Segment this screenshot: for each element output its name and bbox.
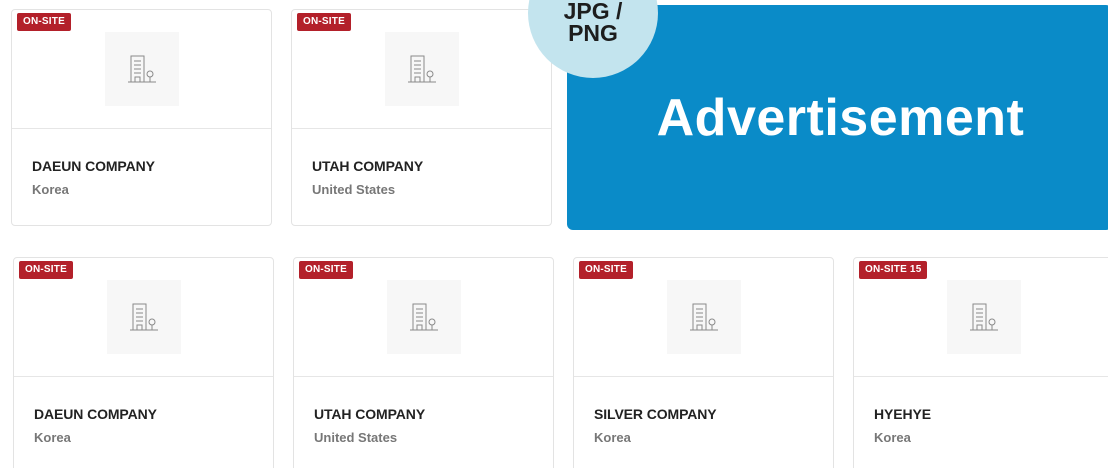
on-site-badge: ON-SITE (297, 13, 351, 31)
company-name: DAEUN COMPANY (34, 406, 157, 422)
company-card[interactable]: ON-SITE UTAH COMPANY United States (291, 9, 552, 226)
company-name: DAEUN COMPANY (32, 158, 155, 174)
company-card[interactable]: ON-SITE 15 HYEHYE Korea (853, 257, 1108, 468)
on-site-badge: ON-SITE (299, 261, 353, 279)
company-logo (666, 280, 741, 354)
company-card[interactable]: ON-SITE DAEUN COMPANY Korea (13, 257, 274, 468)
advertisement-label: Advertisement (656, 88, 1025, 147)
company-card[interactable]: ON-SITE DAEUN COMPANY Korea (11, 9, 272, 226)
card-thumbnail: ON-SITE (294, 258, 553, 377)
company-card[interactable]: ON-SITE SILVER COMPANY Korea (573, 257, 834, 468)
company-logo (104, 32, 179, 106)
company-name: UTAH COMPANY (314, 406, 426, 422)
company-logo (386, 280, 461, 354)
company-name: HYEHYE (874, 406, 931, 422)
on-site-badge: ON-SITE 15 (859, 261, 928, 279)
on-site-badge: ON-SITE (17, 13, 71, 31)
building-icon (129, 303, 158, 331)
building-icon (969, 303, 998, 331)
company-logo (384, 32, 459, 106)
card-thumbnail: ON-SITE (574, 258, 833, 377)
on-site-badge: ON-SITE (19, 261, 73, 279)
building-icon (407, 55, 436, 83)
company-name: UTAH COMPANY (312, 158, 424, 174)
job-listing-grid: ON-SITE DAEUN COMPANY Korea ON-SITE UTAH… (0, 0, 1108, 468)
company-country: Korea (32, 182, 69, 197)
card-thumbnail: ON-SITE (14, 258, 273, 377)
company-country: Korea (874, 430, 911, 445)
building-icon (689, 303, 718, 331)
on-site-badge: ON-SITE (579, 261, 633, 279)
image-format-label: JPG / PNG (563, 0, 623, 46)
company-country: Korea (594, 430, 631, 445)
card-thumbnail: ON-SITE 15 (854, 258, 1108, 377)
company-country: Korea (34, 430, 71, 445)
card-thumbnail: ON-SITE (12, 10, 271, 129)
company-country: United States (312, 182, 396, 197)
building-icon (127, 55, 156, 83)
company-card[interactable]: ON-SITE UTAH COMPANY United States (293, 257, 554, 468)
company-logo (106, 280, 181, 354)
company-name: SILVER COMPANY (594, 406, 717, 422)
company-logo (946, 280, 1021, 354)
building-icon (409, 303, 438, 331)
card-thumbnail: ON-SITE (292, 10, 551, 129)
company-country: United States (314, 430, 398, 445)
